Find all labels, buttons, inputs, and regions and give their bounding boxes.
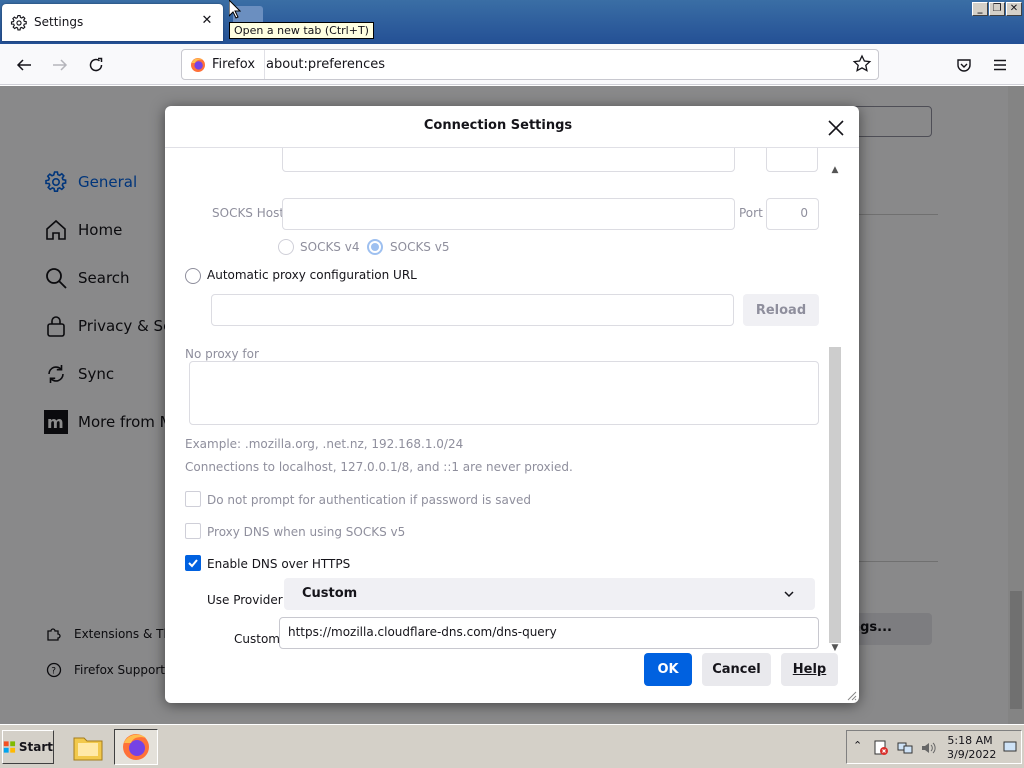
- taskbar-firefox[interactable]: [114, 729, 158, 765]
- url-bar[interactable]: Firefox about:preferences: [181, 49, 879, 80]
- clock-date: 3/9/2022: [947, 748, 997, 761]
- folder-icon: [73, 737, 103, 761]
- no-proxy-textarea[interactable]: [189, 361, 819, 425]
- no-prompt-auth-label: Do not prompt for authentication if pass…: [207, 493, 531, 507]
- socks-v4-label: SOCKS v4: [300, 240, 360, 254]
- proxy-dns-label: Proxy DNS when using SOCKS v5: [207, 525, 406, 539]
- tab-strip: Settings ✕ Open a new tab (Ctrl+T) _ ❐ ✕: [0, 0, 1024, 44]
- enable-doh-label: Enable DNS over HTTPS: [207, 557, 351, 571]
- tab-title: Settings: [34, 15, 84, 29]
- show-desktop-icon[interactable]: [1003, 740, 1017, 754]
- clock-time: 5:18 AM: [947, 734, 993, 747]
- url-text[interactable]: about:preferences: [266, 57, 385, 72]
- socks-partial-host-field[interactable]: [282, 148, 735, 172]
- pocket-button[interactable]: [951, 52, 977, 78]
- tab-settings[interactable]: Settings ✕: [2, 4, 223, 41]
- dialog-scrollbar[interactable]: ▲ ▼: [828, 165, 842, 655]
- forward-button[interactable]: [47, 52, 73, 78]
- provider-selected-value: Custom: [302, 586, 358, 601]
- new-tab-tooltip: Open a new tab (Ctrl+T): [229, 22, 374, 39]
- dialog-body: SOCKS Host Port 0 SOCKS v4 SOCKS v5 Auto…: [165, 148, 859, 658]
- firefox-logo-icon: [191, 57, 205, 72]
- volume-icon[interactable]: [920, 740, 936, 756]
- port-label: Port: [739, 206, 763, 220]
- example-text: Example: .mozilla.org, .net.nz, 192.168.…: [185, 437, 464, 451]
- system-tray: ⌃ 5:18 AM 3/9/2022: [846, 730, 1022, 764]
- menu-button[interactable]: [987, 52, 1013, 78]
- tray-expand-icon[interactable]: ⌃: [853, 739, 862, 752]
- minimize-button[interactable]: _: [972, 2, 988, 16]
- back-button[interactable]: [11, 52, 37, 78]
- reload-pac-button[interactable]: Reload: [743, 294, 819, 326]
- network-icon[interactable]: [897, 740, 913, 756]
- dialog-title: Connection Settings: [423, 118, 573, 133]
- proxy-dns-checkbox[interactable]: [185, 523, 201, 539]
- pocket-icon: [957, 59, 971, 72]
- identity-box[interactable]: Firefox: [182, 50, 266, 79]
- firefox-logo-icon: [123, 734, 149, 760]
- reload-button[interactable]: [83, 52, 109, 78]
- ok-button[interactable]: OK: [644, 653, 692, 686]
- auto-proxy-radio[interactable]: [185, 268, 201, 284]
- provider-select[interactable]: Custom: [284, 578, 815, 610]
- resize-grip-icon[interactable]: [845, 689, 857, 701]
- connection-settings-dialog: Connection Settings SOCKS Host Port 0 SO…: [165, 106, 859, 703]
- restore-button[interactable]: ❐: [989, 2, 1005, 16]
- socks-host-field[interactable]: [282, 198, 735, 230]
- taskbar-file-explorer[interactable]: [66, 729, 110, 765]
- socks-v5-label: SOCKS v5: [390, 240, 450, 254]
- back-arrow-icon: [16, 59, 31, 71]
- localhost-note: Connections to localhost, 127.0.0.1/8, a…: [185, 460, 573, 474]
- clock[interactable]: 5:18 AM 3/9/2022: [947, 734, 997, 762]
- enable-doh-checkbox[interactable]: [185, 555, 201, 571]
- chevron-down-icon: [784, 591, 794, 598]
- socks-v5-radio[interactable]: [367, 239, 383, 255]
- gear-icon: [10, 14, 27, 31]
- close-icon[interactable]: [824, 116, 848, 140]
- mouse-cursor-icon: [229, 0, 241, 19]
- socks-port-field[interactable]: 0: [766, 198, 819, 230]
- bookmark-star-icon[interactable]: [852, 54, 872, 74]
- start-button[interactable]: Start: [2, 730, 54, 764]
- custom-doh-url-field[interactable]: https://mozilla.cloudflare-dns.com/dns-q…: [279, 617, 819, 649]
- close-window-button[interactable]: ✕: [1006, 2, 1022, 16]
- tab-close-icon[interactable]: ✕: [199, 13, 215, 29]
- start-label: Start: [18, 740, 53, 754]
- cancel-button[interactable]: Cancel: [702, 653, 771, 686]
- custom-url-label: Custom: [234, 632, 280, 646]
- hamburger-menu-icon: [994, 59, 1006, 71]
- checkmark-icon: [188, 559, 198, 568]
- reload-icon: [89, 57, 103, 72]
- socks-partial-port-field[interactable]: [766, 148, 818, 172]
- no-prompt-auth-checkbox[interactable]: [185, 491, 201, 507]
- navigation-toolbar: Firefox about:preferences: [0, 44, 1024, 85]
- socks-host-label: SOCKS Host: [212, 206, 285, 220]
- action-center-icon[interactable]: [873, 740, 889, 756]
- auto-proxy-label: Automatic proxy configuration URL: [207, 268, 417, 282]
- scrollbar-thumb[interactable]: [829, 347, 841, 643]
- socks-v4-radio[interactable]: [278, 239, 294, 255]
- forward-arrow-icon: [53, 59, 68, 71]
- no-proxy-label: No proxy for: [185, 347, 259, 361]
- use-provider-label: Use Provider: [207, 593, 283, 607]
- windows-logo-icon: [3, 741, 16, 753]
- help-button[interactable]: Help: [781, 653, 838, 686]
- taskbar: Start ⌃ 5:18 AM 3/9/2022: [0, 724, 1024, 768]
- scroll-up-icon[interactable]: ▲: [828, 165, 842, 177]
- auto-proxy-url-field[interactable]: [211, 294, 734, 326]
- identity-label: Firefox: [212, 57, 256, 72]
